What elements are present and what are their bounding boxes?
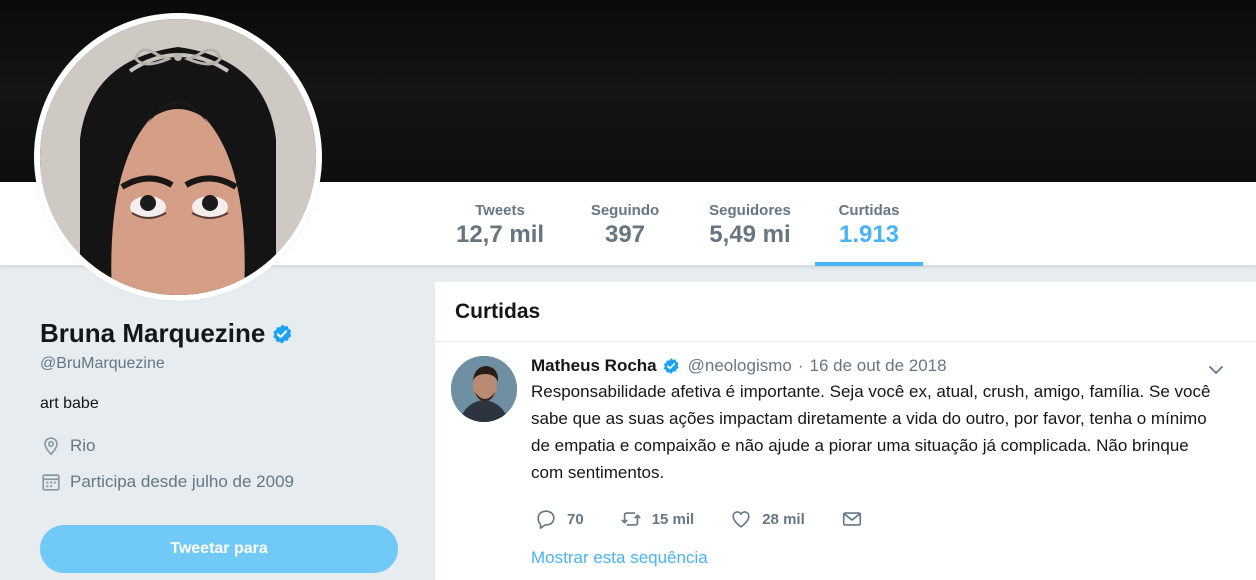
profile-location-text: Rio [70,436,96,455]
stat-following-label: Seguindo [590,202,660,219]
tweet-author-name[interactable]: Matheus Rocha [531,356,657,376]
reply-icon [537,510,555,529]
stat-followers[interactable]: Seguidores 5,49 mi [698,182,802,266]
profile-name[interactable]: Bruna Marquezine [40,318,265,349]
active-tab-indicator [815,262,923,266]
timeline-header: Curtidas [435,282,1256,342]
tweet-author-avatar[interactable] [451,356,517,422]
like-button[interactable]: 28 mil [730,508,805,530]
show-thread-link[interactable]: Mostrar esta sequência [531,548,1236,568]
stat-tweets-value: 12,7 mil [455,221,545,248]
reply-button[interactable]: 70 [535,508,584,530]
retweet-count: 15 mil [651,510,695,528]
profile-joined: Participa desde julho de 2009 [40,471,400,493]
stat-followers-label: Seguidores [709,202,791,219]
likes-timeline: Curtidas Matheus Rocha @neologismo · 16 … [434,282,1256,580]
tweet-text: Responsabilidade afetiva é importante. S… [531,382,1211,482]
tweet-date[interactable]: 16 de out de 2018 [810,356,947,376]
stat-tweets[interactable]: Tweets 12,7 mil [446,182,554,266]
stat-likes[interactable]: Curtidas 1.913 [815,182,923,266]
profile-card: Bruna Marquezine @BruMarquezine art babe… [40,318,400,493]
stat-likes-label: Curtidas [838,202,900,219]
tweet-card[interactable]: Matheus Rocha @neologismo · 16 de out de… [435,342,1256,580]
stat-following-value: 397 [604,221,646,248]
reply-count: 70 [567,510,584,528]
profile-name-row: Bruna Marquezine [40,318,400,349]
stat-tweets-label: Tweets [475,202,525,219]
tweet-header: Matheus Rocha @neologismo · 16 de out de… [531,356,1236,376]
profile-handle[interactable]: @BruMarquezine [40,355,400,373]
avatar-image [40,19,316,295]
location-icon [44,437,58,456]
verified-badge-icon [273,323,292,344]
retweet-button[interactable]: 15 mil [620,508,695,530]
tweet-to-button[interactable]: Tweetar para [40,525,398,573]
profile-location: Rio [40,435,400,457]
profile-joined-text: Participa desde julho de 2009 [70,472,294,491]
profile-bio: art babe [40,395,99,412]
tweet-separator: · [797,356,804,375]
envelope-icon [842,512,861,526]
timeline-title: Curtidas [455,300,541,323]
profile-avatar[interactable] [34,13,322,301]
verified-badge-icon [663,358,679,374]
calendar-icon [42,474,60,491]
avatar-illustration [40,19,316,295]
stat-following[interactable]: Seguindo 397 [580,182,670,266]
tweet-actions: 70 15 mil 28 mil [535,508,1236,530]
direct-message-button[interactable] [841,508,873,530]
like-count: 28 mil [762,510,805,528]
stat-likes-value: 1.913 [838,221,900,248]
author-avatar-illustration [451,356,517,422]
heart-icon [732,511,750,528]
retweet-icon [621,512,641,526]
tweet-author-handle[interactable]: @neologismo [688,356,792,376]
stat-followers-value: 5,49 mi [709,221,791,248]
chevron-down-icon[interactable] [1206,360,1226,380]
